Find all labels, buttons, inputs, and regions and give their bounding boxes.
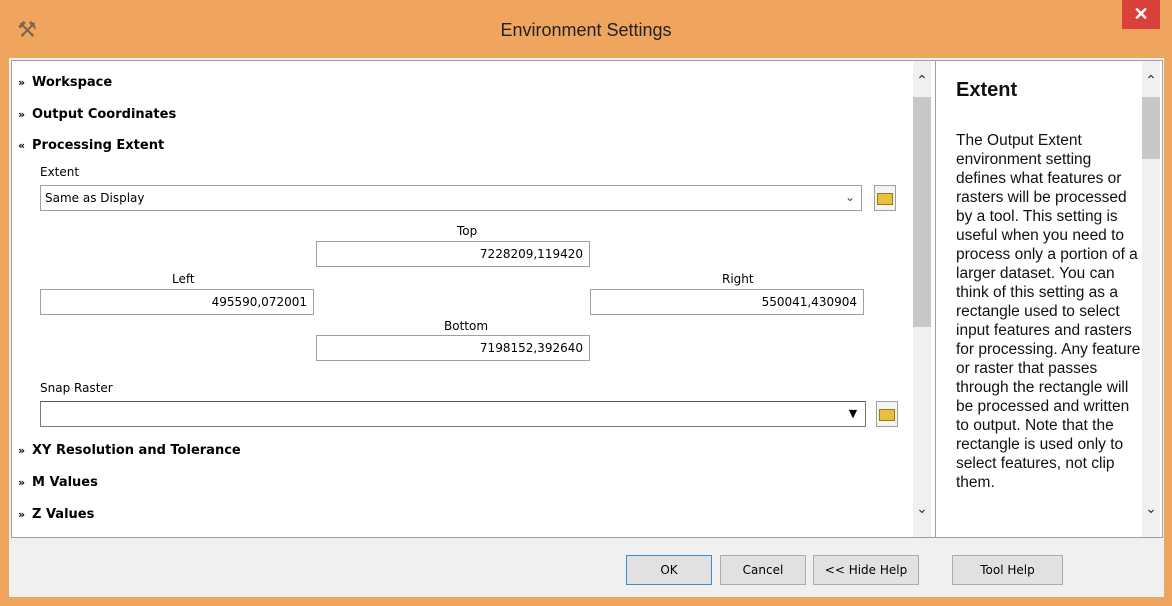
section-label: XY Resolution and Tolerance [32,443,241,458]
top-coordinate-input[interactable]: 7228209,119420 [316,241,590,267]
collapse-chevron-icon: « [18,139,26,152]
snap-raster-input[interactable] [40,401,866,427]
extent-dropdown[interactable]: Same as Display ⌄ [40,185,862,211]
folder-open-icon [877,193,893,205]
section-label: Output Coordinates [32,107,177,122]
left-label: Left [172,272,195,286]
expand-chevron-icon: » [18,444,26,457]
folder-open-icon [879,409,895,421]
extent-selected-value: Same as Display [45,191,145,205]
extent-browse-button[interactable] [874,185,896,211]
help-pane: Extent The Output Extent environment set… [935,60,1163,538]
settings-scrollbar[interactable]: ⌃ ⌄ [913,61,931,537]
scroll-up-icon[interactable]: ⌃ [1142,73,1160,93]
bottom-label: Bottom [444,319,489,333]
bottom-value: 7198152,392640 [479,341,583,355]
section-label: Processing Extent [32,138,165,153]
section-z-values[interactable]: » Z Values [18,507,94,522]
tool-help-button[interactable]: Tool Help [952,555,1063,585]
settings-pane: » Workspace » Output Coordinates « Processi… [11,60,936,538]
section-label: M Values [32,475,98,490]
section-output-coordinates[interactable]: » Output Coordinates [18,107,176,122]
left-coordinate-input[interactable]: 495590,072001 [40,289,314,315]
cancel-button[interactable]: Cancel [720,555,806,585]
help-scrollbar[interactable]: ⌃ ⌄ [1142,61,1160,537]
title-bar[interactable]: ⚒ Environment Settings ✕ [0,0,1172,60]
section-label: Workspace [32,75,113,90]
section-xy-resolution[interactable]: » XY Resolution and Tolerance [18,443,241,458]
expand-chevron-icon: » [18,108,26,121]
scrollbar-thumb[interactable] [1142,97,1160,159]
right-label: Right [722,272,754,286]
ok-button[interactable]: OK [626,555,712,585]
expand-chevron-icon: » [18,508,26,521]
snap-raster-dropdown-icon[interactable]: ▼ [844,403,862,425]
snap-raster-label: Snap Raster [40,381,113,395]
scroll-down-icon[interactable]: ⌄ [913,501,931,521]
scrollbar-thumb[interactable] [913,97,931,327]
help-title: Extent [956,79,1018,101]
expand-chevron-icon: » [18,476,26,489]
expand-chevron-icon: » [18,76,26,89]
chevron-down-icon: ⌄ [844,190,855,204]
bottom-coordinate-input[interactable]: 7198152,392640 [316,335,590,361]
extent-label: Extent [40,165,80,179]
scroll-down-icon[interactable]: ⌄ [1142,501,1160,521]
section-label: Z Values [32,507,95,522]
scroll-up-icon[interactable]: ⌃ [913,73,931,93]
left-value: 495590,072001 [211,295,307,309]
top-label: Top [457,224,478,238]
dialog-client-area: » Workspace » Output Coordinates « Processi… [9,58,1164,597]
close-button[interactable]: ✕ [1122,0,1160,29]
right-value: 550041,430904 [761,295,857,309]
top-value: 7228209,119420 [479,247,583,261]
help-text: The Output Extent environment setting de… [956,132,1141,491]
right-coordinate-input[interactable]: 550041,430904 [590,289,864,315]
hide-help-button[interactable]: << Hide Help [813,555,919,585]
snap-raster-browse-button[interactable] [876,401,898,427]
environment-settings-window: ⚒ Environment Settings ✕ » Workspace » Out… [0,0,1172,606]
window-title: Environment Settings [500,20,672,40]
section-m-values[interactable]: » M Values [18,475,98,490]
section-processing-extent[interactable]: « Processing Extent [18,138,164,153]
section-workspace[interactable]: » Workspace [18,75,112,90]
